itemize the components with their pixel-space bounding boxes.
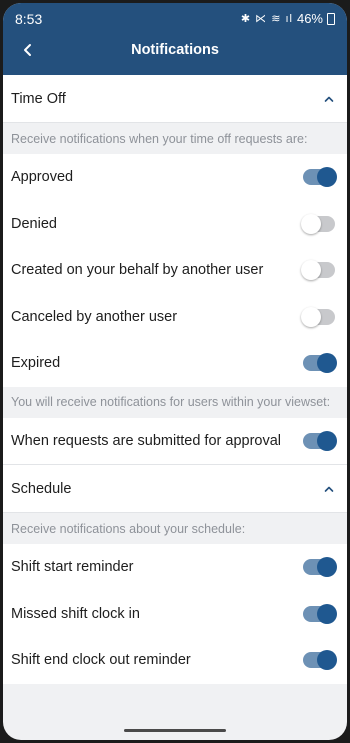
notification-toggle[interactable]	[301, 213, 335, 234]
setting-row: Shift start reminder	[3, 544, 347, 591]
toggle-knob	[317, 430, 337, 451]
chevron-up-icon[interactable]	[323, 94, 335, 104]
app-header: 8:53 ✱ ⋉ ≋ ıl 46% Notifications	[3, 3, 347, 75]
notification-toggle[interactable]	[303, 167, 337, 188]
status-icons: ✱ ⋉ ≋ ıl 46%	[241, 11, 335, 26]
notification-toggle[interactable]	[303, 603, 337, 624]
toggle-knob	[317, 557, 337, 578]
home-indicator	[124, 729, 226, 732]
toggle-knob	[317, 353, 337, 374]
notification-toggle[interactable]	[301, 260, 335, 281]
section-schedule-header[interactable]: Schedule	[3, 464, 347, 513]
setting-row: Created on your behalf by another user	[3, 247, 347, 294]
setting-label: Canceled by another user	[11, 308, 178, 325]
phone-screen: 8:53 ✱ ⋉ ≋ ıl 46% Notifications Time Off…	[3, 3, 347, 740]
toggle-knob	[301, 213, 321, 234]
setting-label: Created on your behalf by another user	[11, 262, 264, 279]
setting-row: Approved	[3, 154, 347, 201]
chevron-up-icon[interactable]	[323, 484, 335, 494]
toggle-knob	[317, 650, 337, 671]
section-info: Receive notifications when your time off…	[3, 123, 347, 154]
notification-toggle[interactable]	[303, 557, 337, 578]
setting-row: Expired	[3, 340, 347, 387]
setting-row: When requests are submitted for approval	[3, 417, 347, 464]
toggle-knob	[301, 306, 321, 327]
setting-label: Shift end clock out reminder	[11, 652, 191, 669]
toggle-knob	[301, 260, 321, 281]
notification-toggle[interactable]	[303, 353, 337, 374]
section-info: Receive notifications about your schedul…	[3, 513, 347, 544]
page-title: Notifications	[131, 42, 219, 58]
toggle-knob	[317, 167, 337, 188]
setting-label: Denied	[11, 215, 57, 232]
section-title: Schedule	[11, 480, 72, 497]
setting-row: Missed shift clock in	[3, 590, 347, 637]
settings-list: Time Off Receive notifications when your…	[3, 75, 347, 684]
notification-toggle[interactable]	[303, 430, 337, 451]
setting-label: Expired	[11, 355, 61, 372]
toggle-knob	[317, 603, 337, 624]
battery-icon	[327, 12, 335, 25]
battery-level: 46%	[296, 11, 323, 26]
section-time-off-header[interactable]: Time Off	[3, 75, 347, 123]
status-time: 8:53	[15, 11, 43, 27]
setting-label: Missed shift clock in	[11, 605, 140, 622]
notification-toggle[interactable]	[303, 650, 337, 671]
setting-row: Shift end clock out reminder	[3, 637, 347, 684]
viewset-info: You will receive notifications for users…	[3, 386, 347, 418]
setting-label: Approved	[11, 169, 74, 186]
setting-label: Shift start reminder	[11, 559, 134, 576]
section-title: Time Off	[11, 90, 66, 107]
system-icons: ✱ ⋉ ≋ ıl	[240, 13, 293, 25]
setting-row: Denied	[3, 200, 347, 247]
setting-row: Canceled by another user	[3, 293, 347, 340]
setting-label: When requests are submitted for approval	[11, 432, 281, 449]
notification-toggle[interactable]	[301, 306, 335, 327]
